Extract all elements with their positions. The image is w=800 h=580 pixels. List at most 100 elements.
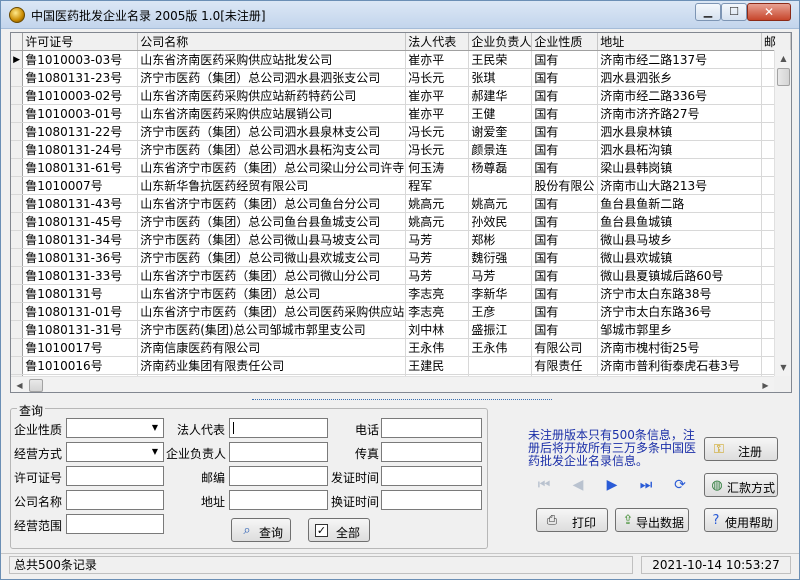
cell-legal-rep[interactable]: 马芳 xyxy=(405,230,470,249)
horizontal-scrollbar[interactable]: ◀ ▶ xyxy=(11,376,774,392)
address-input[interactable] xyxy=(229,490,328,510)
issue-time-input[interactable] xyxy=(381,466,482,486)
cell-company[interactable]: 山东省济南医药采购供应站批发公司 xyxy=(137,50,407,69)
cell-company[interactable]: 山东省济宁市医药（集团）总公司 xyxy=(137,284,407,303)
cell-license[interactable]: 鲁1080131-34号 xyxy=(22,230,139,249)
cell-legal-rep[interactable]: 冯长元 xyxy=(405,122,470,141)
row-indicator[interactable] xyxy=(11,158,24,177)
cell-legal-rep[interactable]: 何玉涛 xyxy=(405,158,470,177)
cell-company[interactable]: 济宁市医药（集团）总公司泗水县泗张支公司 xyxy=(137,68,407,87)
cell-address[interactable]: 鱼台县鱼新二路 xyxy=(597,194,762,213)
cell-manager[interactable]: 盛振江 xyxy=(468,320,533,339)
cell-address[interactable]: 泗水县泉林镇 xyxy=(597,122,762,141)
splitter-grip[interactable] xyxy=(252,395,552,400)
row-indicator[interactable] xyxy=(11,266,24,285)
export-button[interactable]: ⇪ 导出数据 xyxy=(615,508,689,532)
row-indicator[interactable] xyxy=(11,230,24,249)
table-row[interactable]: 鲁1010003-02号 山东省济南医药采购供应站新药特药公司 崔亦平 郝建华 国有 济南… xyxy=(11,86,791,105)
scroll-up-icon[interactable]: ▲ xyxy=(775,50,791,67)
cell-manager[interactable]: 郝建华 xyxy=(468,86,533,105)
row-indicator[interactable] xyxy=(11,248,24,267)
column-header-company[interactable]: 公司名称 xyxy=(137,33,407,51)
cell-nature[interactable]: 国有 xyxy=(531,104,599,123)
panel-splitter[interactable] xyxy=(10,395,792,401)
row-indicator[interactable] xyxy=(11,284,24,303)
cell-company[interactable]: 山东新华鲁抗医药经贸有限公司 xyxy=(137,176,407,195)
row-indicator[interactable] xyxy=(11,212,24,231)
title-bar[interactable]: 中国医药批发企业名录 2005版 1.0[未注册] ▁ ☐ ✕ xyxy=(1,1,799,29)
cell-manager[interactable]: 马芳 xyxy=(468,266,533,285)
cell-address[interactable]: 微山县马坡乡 xyxy=(597,230,762,249)
cell-company[interactable]: 山东省济宁市医药（集团）总公司梁山分公司许寺 xyxy=(137,158,407,177)
cell-legal-rep[interactable]: 姚高元 xyxy=(405,212,470,231)
scroll-left-icon[interactable]: ◀ xyxy=(11,377,28,392)
cell-address[interactable]: 济宁市太白东路36号 xyxy=(597,302,762,321)
cell-legal-rep[interactable]: 程军 xyxy=(405,176,470,195)
cell-company[interactable]: 济宁市医药(集团)总公司邹城市郭里支公司 xyxy=(137,320,407,339)
table-row[interactable]: 鲁1010007号 山东新华鲁抗医药经贸有限公司 程军 股份有限公 济南市山大路213号 xyxy=(11,176,791,195)
column-header-address[interactable]: 地址 xyxy=(597,33,762,51)
cell-legal-rep[interactable]: 刘中林 xyxy=(405,320,470,339)
minimize-button[interactable]: ▁ xyxy=(695,3,721,21)
register-button[interactable]: ⚿ 注册 xyxy=(704,437,778,461)
cell-license[interactable]: 鲁1010007号 xyxy=(22,176,139,195)
cell-manager[interactable]: 王健 xyxy=(468,104,533,123)
vertical-scrollbar[interactable]: ▲ ▼ xyxy=(774,50,791,376)
cell-license[interactable]: 鲁1080131-36号 xyxy=(22,248,139,267)
row-indicator[interactable] xyxy=(11,302,24,321)
column-header-postcode[interactable]: 邮 xyxy=(761,33,791,51)
cell-nature[interactable]: 有限公司 xyxy=(531,338,599,357)
cell-legal-rep[interactable]: 冯长元 xyxy=(405,140,470,159)
current-row-indicator-icon[interactable]: ▶ xyxy=(11,50,24,69)
table-row[interactable]: 鲁1080131号 山东省济宁市医药（集团）总公司 李志亮 李新华 国有 济宁市太白东路3… xyxy=(11,284,791,303)
table-row[interactable]: 鲁1080131-43号 山东省济宁市医药（集团）总公司鱼台分公司 姚高元 姚高元 国有… xyxy=(11,194,791,213)
cell-company[interactable]: 济宁市医药（集团）总公司微山县欢城支公司 xyxy=(137,248,407,267)
cell-company[interactable]: 济南药业集团有限责任公司 xyxy=(137,356,407,375)
fax-input[interactable] xyxy=(381,442,482,462)
cell-license[interactable]: 鲁1080131-61号 xyxy=(22,158,139,177)
table-row[interactable]: 鲁1080131-33号 山东省济宁市医药（集团）总公司微山分公司 马芳 马芳 国有 微山… xyxy=(11,266,791,285)
cell-legal-rep[interactable]: 崔亦平 xyxy=(405,50,470,69)
cell-nature[interactable]: 国有 xyxy=(531,194,599,213)
previous-record-icon[interactable]: ◀ xyxy=(568,475,588,495)
cell-address[interactable]: 济宁市太白东路38号 xyxy=(597,284,762,303)
cell-nature[interactable]: 国有 xyxy=(531,302,599,321)
cell-nature[interactable]: 国有 xyxy=(531,140,599,159)
cell-nature[interactable]: 国有 xyxy=(531,212,599,231)
table-row[interactable]: 鲁1010016号 济南药业集团有限责任公司 王建民 有限责任 济南市普利街泰虎石巷3号 xyxy=(11,356,791,375)
cell-address[interactable]: 济南市山大路213号 xyxy=(597,176,762,195)
first-record-icon[interactable]: ⏮ xyxy=(534,475,554,495)
cell-license[interactable]: 鲁1010017号 xyxy=(22,338,139,357)
row-indicator[interactable] xyxy=(11,140,24,159)
phone-input[interactable] xyxy=(381,418,482,438)
scroll-down-icon[interactable]: ▼ xyxy=(775,359,791,376)
cell-company[interactable]: 山东省济宁市医药（集团）总公司微山分公司 xyxy=(137,266,407,285)
cell-license[interactable]: 鲁1010003-01号 xyxy=(22,104,139,123)
cell-manager[interactable]: 颜景连 xyxy=(468,140,533,159)
cell-license[interactable]: 鲁1080131-33号 xyxy=(22,266,139,285)
cell-manager[interactable]: 魏衍强 xyxy=(468,248,533,267)
nature-select[interactable]: ▼ xyxy=(66,418,164,438)
table-row[interactable]: ▶ 鲁1010003-03号 山东省济南医药采购供应站批发公司 崔亦平 王民荣 国有 济南市… xyxy=(11,50,791,69)
table-row[interactable]: 鲁1080131-45号 济宁市医药（集团）总公司鱼台县鱼城支公司 姚高元 孙效民 国有… xyxy=(11,212,791,231)
cell-address[interactable]: 济南市济齐路27号 xyxy=(597,104,762,123)
cell-legal-rep[interactable]: 姚高元 xyxy=(405,194,470,213)
cell-license[interactable]: 鲁1080131-22号 xyxy=(22,122,139,141)
cell-address[interactable]: 济南市槐村街25号 xyxy=(597,338,762,357)
cell-address[interactable]: 鱼台县鱼城镇 xyxy=(597,212,762,231)
cell-company[interactable]: 济南信康医药有限公司 xyxy=(137,338,407,357)
row-indicator[interactable] xyxy=(11,356,24,375)
cell-legal-rep[interactable]: 崔亦平 xyxy=(405,104,470,123)
cell-manager[interactable]: 姚高元 xyxy=(468,194,533,213)
cell-manager[interactable]: 谢爱奎 xyxy=(468,122,533,141)
business-mode-select[interactable]: ▼ xyxy=(66,442,164,462)
cell-nature[interactable]: 国有 xyxy=(531,68,599,87)
cell-nature[interactable]: 国有 xyxy=(531,284,599,303)
print-button[interactable]: ⎙ 打印 xyxy=(536,508,608,532)
cell-manager[interactable] xyxy=(468,176,533,195)
cell-nature[interactable]: 国有 xyxy=(531,122,599,141)
vertical-scroll-thumb[interactable] xyxy=(777,68,790,86)
table-row[interactable]: 鲁1080131-31号 济宁市医药(集团)总公司邹城市郭里支公司 刘中林 盛振江 国有… xyxy=(11,320,791,339)
column-header-license[interactable]: 许可证号 xyxy=(22,33,139,51)
cell-legal-rep[interactable]: 李志亮 xyxy=(405,284,470,303)
